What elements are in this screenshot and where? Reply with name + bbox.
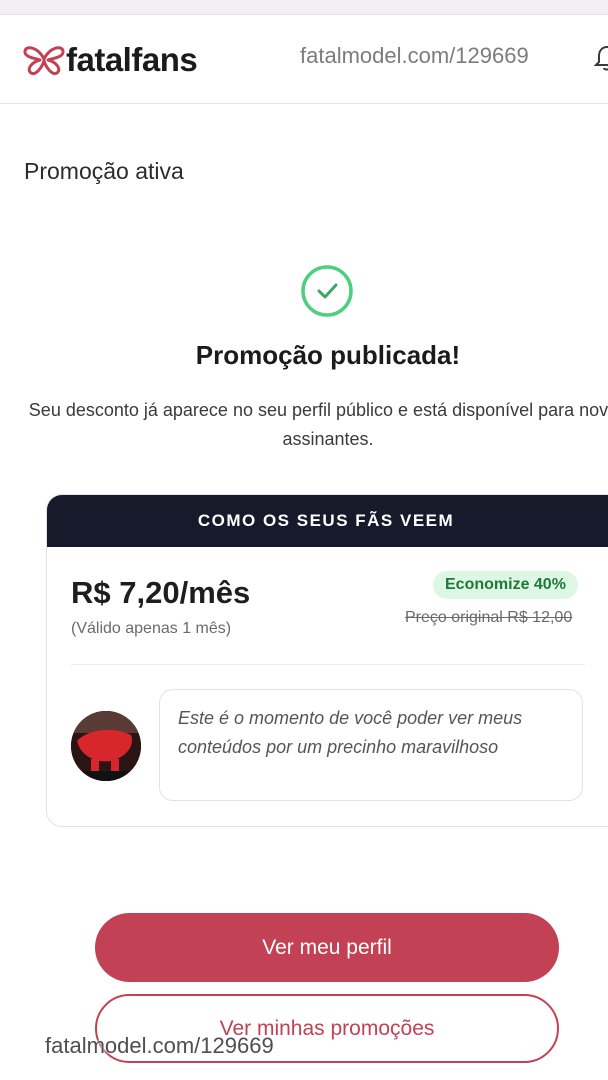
bell-icon[interactable] [592, 43, 608, 73]
page: fatalfans fatalmodel.com/129669 Promoção… [0, 0, 608, 1080]
original-price: Preço original R$ 12,00 [405, 609, 573, 626]
promo-message: Este é o momento de você poder ver meus … [159, 689, 583, 801]
brand-logo[interactable]: fatalfans [22, 41, 198, 79]
success-description: Seu desconto já aparece no seu perfil pú… [28, 400, 608, 449]
savings-badge: Economize 40% [433, 571, 578, 599]
watermark: fatalmodel.com/129669 [45, 1033, 274, 1058]
promo-validity: (Válido apenas 1 mês) [71, 620, 232, 637]
check-circle-icon [301, 265, 353, 317]
avatar [71, 711, 141, 781]
header-url: fatalmodel.com/129669 [300, 43, 529, 68]
card-divider [71, 664, 585, 665]
card-header: COMO OS SEUS FÃS VEEM [47, 495, 608, 547]
fan-preview-card: COMO OS SEUS FÃS VEEM R$ 7,20/mês (Válid… [46, 494, 608, 827]
butterfly-logo-icon [23, 46, 65, 76]
promo-price: R$ 7,20/mês [71, 575, 251, 610]
success-title: Promoção publicada! [195, 340, 461, 370]
app-header: fatalfans fatalmodel.com/129669 [0, 15, 608, 104]
brand-name: fatalfans [66, 41, 198, 78]
section-title: Promoção ativa [24, 158, 184, 184]
view-profile-button[interactable]: Ver meu perfil [95, 913, 559, 982]
status-strip [0, 0, 608, 15]
avatar-image [71, 711, 141, 781]
